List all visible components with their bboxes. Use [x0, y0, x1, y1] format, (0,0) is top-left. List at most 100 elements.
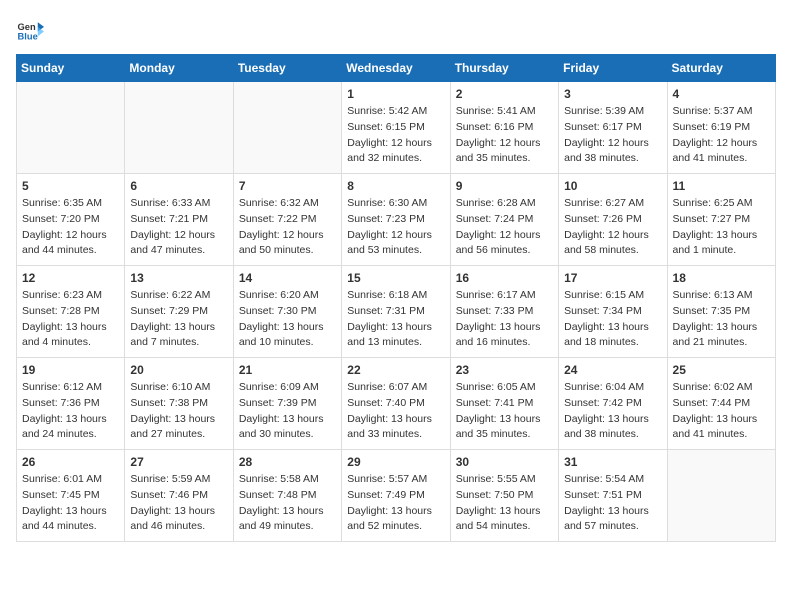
weekday-header-monday: Monday	[125, 55, 233, 82]
day-number: 28	[239, 455, 336, 469]
day-number: 11	[673, 179, 770, 193]
calendar-cell: 23 Sunrise: 6:05 AM Sunset: 7:41 PM Dayli…	[450, 358, 558, 450]
calendar-cell: 3 Sunrise: 5:39 AM Sunset: 6:17 PM Daylig…	[559, 82, 667, 174]
day-info: Sunrise: 6:13 AM Sunset: 7:35 PM Dayligh…	[673, 288, 770, 351]
calendar-cell: 21 Sunrise: 6:09 AM Sunset: 7:39 PM Dayli…	[233, 358, 341, 450]
calendar-cell: 20 Sunrise: 6:10 AM Sunset: 7:38 PM Dayli…	[125, 358, 233, 450]
day-info: Sunrise: 5:37 AM Sunset: 6:19 PM Dayligh…	[673, 104, 770, 167]
day-number: 7	[239, 179, 336, 193]
calendar-cell: 11Sunrise: 6:25 AM Sunset: 7:27 PM Dayli…	[667, 174, 775, 266]
calendar-week-2: 5 Sunrise: 6:35 AM Sunset: 7:20 PM Daylig…	[17, 174, 776, 266]
day-number: 15	[347, 271, 444, 285]
day-info: Sunrise: 6:05 AM Sunset: 7:41 PM Dayligh…	[456, 380, 553, 443]
calendar-cell: 27 Sunrise: 5:59 AM Sunset: 7:46 PM Dayli…	[125, 450, 233, 542]
day-info: Sunrise: 6:12 AM Sunset: 7:36 PM Dayligh…	[22, 380, 119, 443]
day-number: 19	[22, 363, 119, 377]
day-info: Sunrise: 6:20 AM Sunset: 7:30 PM Dayligh…	[239, 288, 336, 351]
calendar-cell	[667, 450, 775, 542]
day-info: Sunrise: 5:54 AM Sunset: 7:51 PM Dayligh…	[564, 472, 661, 535]
svg-text:Blue: Blue	[18, 31, 38, 41]
calendar-cell: 17 Sunrise: 6:15 AM Sunset: 7:34 PM Dayli…	[559, 266, 667, 358]
calendar-cell: 15 Sunrise: 6:18 AM Sunset: 7:31 PM Dayli…	[342, 266, 450, 358]
day-number: 31	[564, 455, 661, 469]
day-info: Sunrise: 6:35 AM Sunset: 7:20 PM Dayligh…	[22, 196, 119, 259]
weekday-header-thursday: Thursday	[450, 55, 558, 82]
day-number: 5	[22, 179, 119, 193]
day-info: Sunrise: 6:28 AM Sunset: 7:24 PM Dayligh…	[456, 196, 553, 259]
calendar-cell: 26 Sunrise: 6:01 AM Sunset: 7:45 PM Dayli…	[17, 450, 125, 542]
calendar-cell: 25 Sunrise: 6:02 AM Sunset: 7:44 PM Dayli…	[667, 358, 775, 450]
calendar-cell: 19 Sunrise: 6:12 AM Sunset: 7:36 PM Dayli…	[17, 358, 125, 450]
calendar-cell: 5 Sunrise: 6:35 AM Sunset: 7:20 PM Daylig…	[17, 174, 125, 266]
calendar-cell: 10 Sunrise: 6:27 AM Sunset: 7:26 PM Dayli…	[559, 174, 667, 266]
weekday-header-tuesday: Tuesday	[233, 55, 341, 82]
day-number: 22	[347, 363, 444, 377]
calendar-week-5: 26 Sunrise: 6:01 AM Sunset: 7:45 PM Dayli…	[17, 450, 776, 542]
calendar-cell: 12 Sunrise: 6:23 AM Sunset: 7:28 PM Dayli…	[17, 266, 125, 358]
day-info: Sunrise: 6:17 AM Sunset: 7:33 PM Dayligh…	[456, 288, 553, 351]
calendar-cell: 31 Sunrise: 5:54 AM Sunset: 7:51 PM Dayli…	[559, 450, 667, 542]
day-info: Sunrise: 5:59 AM Sunset: 7:46 PM Dayligh…	[130, 472, 227, 535]
day-info: Sunrise: 6:07 AM Sunset: 7:40 PM Dayligh…	[347, 380, 444, 443]
calendar-cell	[125, 82, 233, 174]
day-number: 20	[130, 363, 227, 377]
day-info: Sunrise: 5:39 AM Sunset: 6:17 PM Dayligh…	[564, 104, 661, 167]
calendar-cell: 28Sunrise: 5:58 AM Sunset: 7:48 PM Dayli…	[233, 450, 341, 542]
day-info: Sunrise: 6:23 AM Sunset: 7:28 PM Dayligh…	[22, 288, 119, 351]
day-info: Sunrise: 6:09 AM Sunset: 7:39 PM Dayligh…	[239, 380, 336, 443]
day-info: Sunrise: 6:33 AM Sunset: 7:21 PM Dayligh…	[130, 196, 227, 259]
day-info: Sunrise: 6:18 AM Sunset: 7:31 PM Dayligh…	[347, 288, 444, 351]
day-number: 18	[673, 271, 770, 285]
day-number: 8	[347, 179, 444, 193]
day-number: 14	[239, 271, 336, 285]
day-info: Sunrise: 6:15 AM Sunset: 7:34 PM Dayligh…	[564, 288, 661, 351]
calendar-cell: 7 Sunrise: 6:32 AM Sunset: 7:22 PM Daylig…	[233, 174, 341, 266]
day-number: 27	[130, 455, 227, 469]
day-info: Sunrise: 5:57 AM Sunset: 7:49 PM Dayligh…	[347, 472, 444, 535]
day-number: 6	[130, 179, 227, 193]
calendar-cell: 22 Sunrise: 6:07 AM Sunset: 7:40 PM Dayli…	[342, 358, 450, 450]
day-number: 4	[673, 87, 770, 101]
day-info: Sunrise: 5:41 AM Sunset: 6:16 PM Dayligh…	[456, 104, 553, 167]
svg-text:Gen: Gen	[18, 22, 36, 32]
calendar-table: SundayMondayTuesdayWednesdayThursdayFrid…	[16, 54, 776, 542]
calendar-cell: 2Sunrise: 5:41 AM Sunset: 6:16 PM Daylig…	[450, 82, 558, 174]
calendar-cell: 30Sunrise: 5:55 AM Sunset: 7:50 PM Dayli…	[450, 450, 558, 542]
calendar-cell: 29 Sunrise: 5:57 AM Sunset: 7:49 PM Dayli…	[342, 450, 450, 542]
day-number: 29	[347, 455, 444, 469]
day-number: 13	[130, 271, 227, 285]
day-number: 3	[564, 87, 661, 101]
day-number: 12	[22, 271, 119, 285]
day-info: Sunrise: 6:01 AM Sunset: 7:45 PM Dayligh…	[22, 472, 119, 535]
day-info: Sunrise: 6:04 AM Sunset: 7:42 PM Dayligh…	[564, 380, 661, 443]
day-number: 25	[673, 363, 770, 377]
day-number: 17	[564, 271, 661, 285]
weekday-header-wednesday: Wednesday	[342, 55, 450, 82]
calendar-cell: 6 Sunrise: 6:33 AM Sunset: 7:21 PM Daylig…	[125, 174, 233, 266]
calendar-cell	[17, 82, 125, 174]
weekday-header-saturday: Saturday	[667, 55, 775, 82]
calendar-week-4: 19 Sunrise: 6:12 AM Sunset: 7:36 PM Dayli…	[17, 358, 776, 450]
weekday-header-friday: Friday	[559, 55, 667, 82]
calendar-week-3: 12 Sunrise: 6:23 AM Sunset: 7:28 PM Dayli…	[17, 266, 776, 358]
calendar-cell: 1Sunrise: 5:42 AM Sunset: 6:15 PM Daylig…	[342, 82, 450, 174]
page-header: Gen Blue	[16, 16, 776, 44]
day-info: Sunrise: 6:10 AM Sunset: 7:38 PM Dayligh…	[130, 380, 227, 443]
day-number: 1	[347, 87, 444, 101]
day-info: Sunrise: 6:32 AM Sunset: 7:22 PM Dayligh…	[239, 196, 336, 259]
calendar-header: SundayMondayTuesdayWednesdayThursdayFrid…	[17, 55, 776, 82]
day-number: 16	[456, 271, 553, 285]
day-number: 21	[239, 363, 336, 377]
day-info: Sunrise: 6:30 AM Sunset: 7:23 PM Dayligh…	[347, 196, 444, 259]
logo-icon: Gen Blue	[16, 16, 44, 44]
calendar-cell: 4 Sunrise: 5:37 AM Sunset: 6:19 PM Daylig…	[667, 82, 775, 174]
day-info: Sunrise: 6:27 AM Sunset: 7:26 PM Dayligh…	[564, 196, 661, 259]
calendar-cell: 18 Sunrise: 6:13 AM Sunset: 7:35 PM Dayli…	[667, 266, 775, 358]
day-number: 23	[456, 363, 553, 377]
day-info: Sunrise: 6:02 AM Sunset: 7:44 PM Dayligh…	[673, 380, 770, 443]
day-number: 26	[22, 455, 119, 469]
calendar-cell: 9Sunrise: 6:28 AM Sunset: 7:24 PM Daylig…	[450, 174, 558, 266]
day-number: 10	[564, 179, 661, 193]
day-info: Sunrise: 5:55 AM Sunset: 7:50 PM Dayligh…	[456, 472, 553, 535]
day-info: Sunrise: 6:22 AM Sunset: 7:29 PM Dayligh…	[130, 288, 227, 351]
